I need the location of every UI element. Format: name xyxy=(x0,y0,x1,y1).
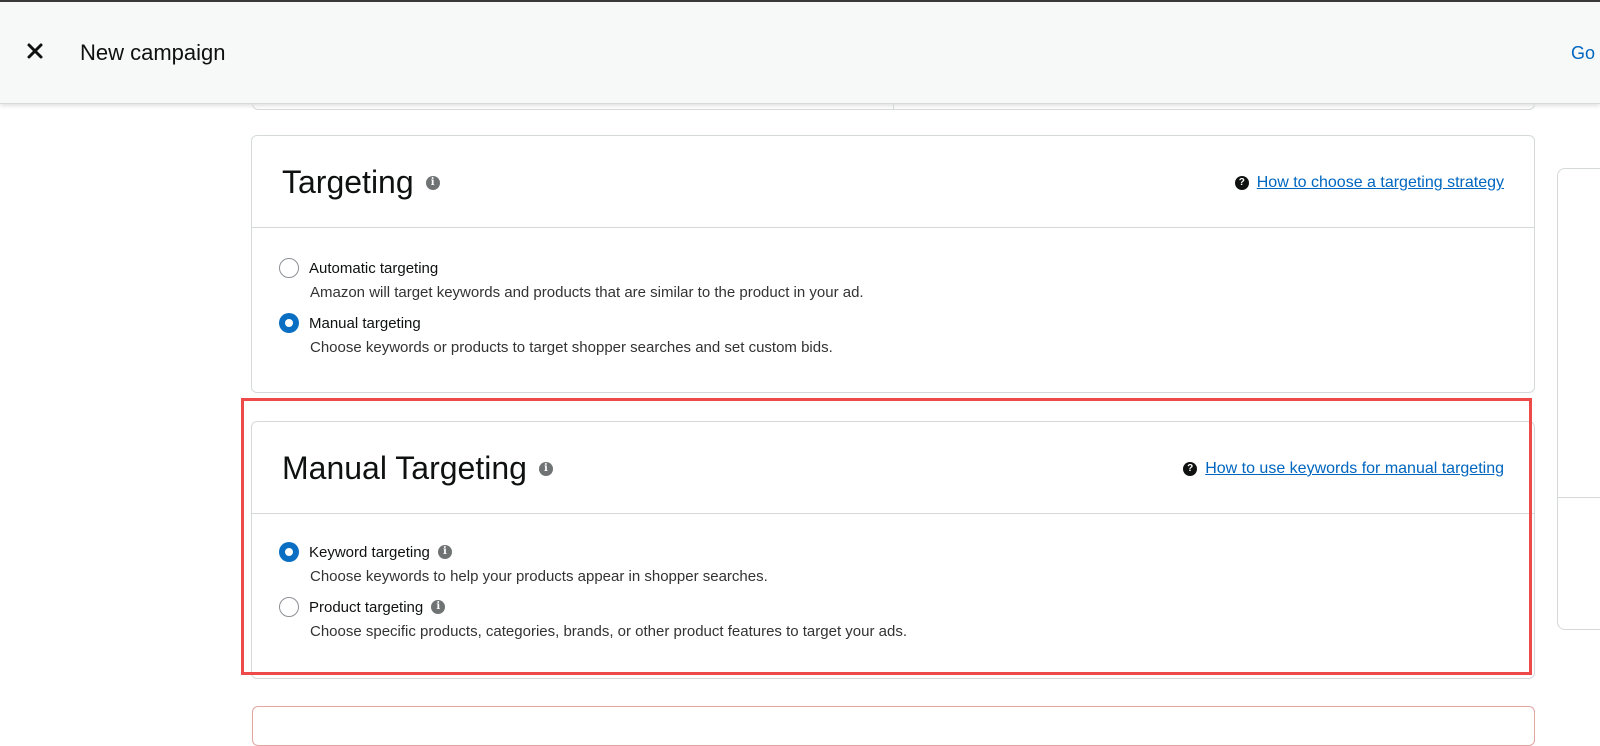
automatic-targeting-option: Automatic targeting Amazon will target k… xyxy=(279,258,864,301)
previous-card-edge xyxy=(252,104,1535,110)
close-button[interactable] xyxy=(22,38,48,64)
keyword-targeting-radio[interactable] xyxy=(279,542,299,562)
keyword-targeting-radio-row[interactable]: Keyword targeting i xyxy=(279,542,768,562)
targeting-help-link[interactable]: ? How to choose a targeting strategy xyxy=(1234,174,1504,192)
panel-divider xyxy=(1558,497,1600,498)
manual-targeting-title-text: Manual Targeting xyxy=(282,450,527,486)
top-bar: New campaign Go xyxy=(0,0,1600,104)
info-icon[interactable]: i xyxy=(538,461,553,476)
info-icon[interactable]: i xyxy=(425,175,440,190)
targeting-card: Targeting i ? How to choose a targeting … xyxy=(251,135,1535,393)
product-targeting-label[interactable]: Product targeting i xyxy=(309,599,446,616)
help-icon: ? xyxy=(1183,462,1198,476)
manual-targeting-title: Manual Targeting i xyxy=(282,450,553,487)
card-divider xyxy=(893,104,894,110)
keyword-targeting-label[interactable]: Keyword targeting i xyxy=(309,544,452,561)
info-icon[interactable]: i xyxy=(437,545,452,559)
manual-targeting-option: Manual targeting Choose keywords or prod… xyxy=(279,313,833,356)
automatic-targeting-description: Amazon will target keywords and products… xyxy=(310,284,864,301)
manual-targeting-radio-row[interactable]: Manual targeting xyxy=(279,313,833,333)
product-targeting-description: Choose specific products, categories, br… xyxy=(310,623,907,640)
right-side-panel xyxy=(1557,168,1600,630)
product-targeting-label-text[interactable]: Product targeting xyxy=(309,599,423,616)
close-icon xyxy=(27,43,43,59)
manual-targeting-card-header: Manual Targeting i ? How to use keywords… xyxy=(252,422,1534,514)
targeting-title: Targeting i xyxy=(282,164,440,201)
manual-targeting-radio[interactable] xyxy=(279,313,299,333)
targeting-help-link-text[interactable]: How to choose a targeting strategy xyxy=(1257,174,1504,192)
targeting-title-text: Targeting xyxy=(282,164,414,200)
manual-targeting-label[interactable]: Manual targeting xyxy=(309,315,421,332)
next-card-edge xyxy=(252,706,1535,746)
help-icon: ? xyxy=(1234,176,1249,190)
targeting-card-header: Targeting i ? How to choose a targeting … xyxy=(252,136,1534,228)
keyword-targeting-option: Keyword targeting i Choose keywords to h… xyxy=(279,542,768,585)
go-link[interactable]: Go xyxy=(1571,43,1595,64)
manual-targeting-help-link[interactable]: ? How to use keywords for manual targeti… xyxy=(1183,460,1504,478)
automatic-targeting-radio[interactable] xyxy=(279,258,299,278)
product-targeting-option: Product targeting i Choose specific prod… xyxy=(279,597,907,640)
page-title: New campaign xyxy=(80,40,226,65)
keyword-targeting-label-text[interactable]: Keyword targeting xyxy=(309,544,430,561)
product-targeting-radio[interactable] xyxy=(279,597,299,617)
automatic-targeting-label[interactable]: Automatic targeting xyxy=(309,260,438,277)
info-icon[interactable]: i xyxy=(431,600,446,614)
manual-targeting-help-link-text[interactable]: How to use keywords for manual targeting xyxy=(1205,460,1504,478)
manual-targeting-card: Manual Targeting i ? How to use keywords… xyxy=(251,421,1535,679)
keyword-targeting-description: Choose keywords to help your products ap… xyxy=(310,568,768,585)
product-targeting-radio-row[interactable]: Product targeting i xyxy=(279,597,907,617)
automatic-targeting-radio-row[interactable]: Automatic targeting xyxy=(279,258,864,278)
manual-targeting-description: Choose keywords or products to target sh… xyxy=(310,339,833,356)
